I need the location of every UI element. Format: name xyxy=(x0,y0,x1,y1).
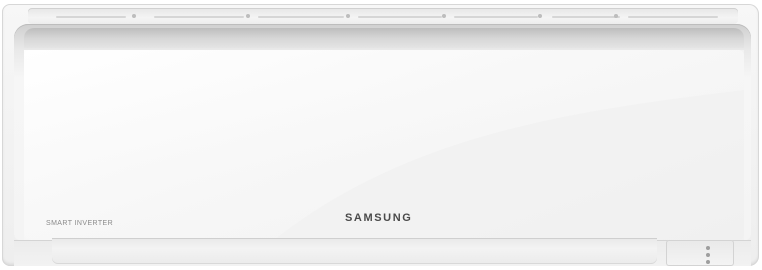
indicator-light xyxy=(706,253,710,257)
grille-notch xyxy=(246,14,250,18)
status-display-window xyxy=(666,240,734,266)
grille-notch xyxy=(346,14,350,18)
front-panel xyxy=(14,24,751,240)
grille-slot xyxy=(628,16,718,18)
top-air-intake-grille xyxy=(28,8,738,24)
front-panel-top-band xyxy=(24,28,744,48)
airflow-louver xyxy=(52,238,657,264)
grille-slot xyxy=(552,16,620,18)
grille-notch xyxy=(614,14,618,18)
grille-notch xyxy=(538,14,542,18)
series-logo-text: SMART INVERTER xyxy=(46,220,114,227)
grille-slot xyxy=(454,16,538,18)
grille-notch xyxy=(442,14,446,18)
brand-logo-text: SAMSUNG xyxy=(345,212,413,224)
indicator-light xyxy=(706,260,710,264)
grille-slot xyxy=(258,16,344,18)
indicator-light xyxy=(706,246,710,250)
grille-slot xyxy=(56,16,126,18)
grille-slot xyxy=(154,16,244,18)
air-conditioner-unit: SAMSUNG SMART INVERTER xyxy=(2,4,759,266)
grille-slot xyxy=(358,16,442,18)
grille-notch xyxy=(132,14,136,18)
